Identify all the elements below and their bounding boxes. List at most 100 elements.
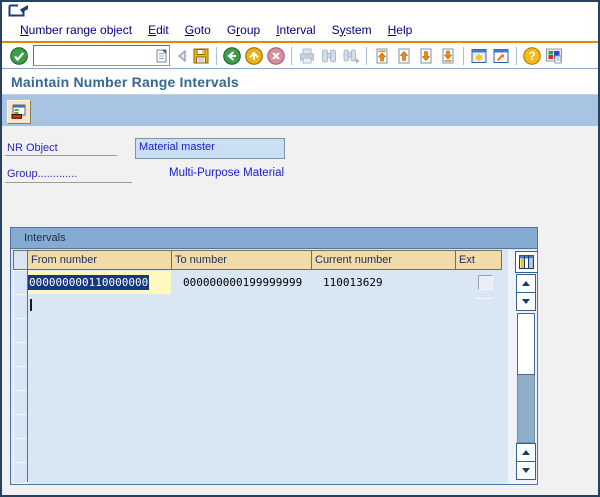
select-all-cell[interactable] <box>13 250 28 270</box>
ext-checkbox[interactable] <box>478 275 493 290</box>
column-header-current[interactable]: Current number <box>311 250 456 270</box>
enter-button[interactable] <box>9 46 29 66</box>
toolbar-separator <box>291 46 292 65</box>
menu-group[interactable]: Group <box>219 21 268 39</box>
menu-bar: Number range object Edit Goto Group Inte… <box>2 18 598 41</box>
table-settings-icon <box>519 255 534 269</box>
save-button[interactable] <box>191 46 211 66</box>
change-intervals-icon <box>11 104 26 119</box>
scrollbar-thumb[interactable] <box>517 313 535 375</box>
scroll-left-button[interactable] <box>175 46 189 66</box>
row-selector[interactable] <box>13 366 28 391</box>
print-button[interactable] <box>297 46 317 66</box>
scroll-down-button[interactable] <box>516 292 536 311</box>
from-number-cell[interactable]: 000000000110000000 <box>28 271 171 294</box>
menu-system[interactable]: System <box>324 21 380 39</box>
menu-help[interactable]: Help <box>380 21 421 39</box>
application-toolbar <box>2 95 598 127</box>
customize-layout-icon <box>546 48 562 63</box>
change-intervals-button[interactable] <box>7 100 31 124</box>
previous-page-icon <box>398 48 410 63</box>
help-button[interactable]: ? <box>522 46 542 66</box>
first-page-icon <box>376 48 388 63</box>
enter-icon <box>10 46 28 65</box>
scroll-down-button-bottom[interactable] <box>516 461 536 480</box>
create-shortcut-icon <box>493 48 509 63</box>
group-value: Multi-Purpose Material <box>169 167 285 179</box>
toolbar-separator <box>216 46 217 65</box>
menu-edit[interactable]: Edit <box>140 21 177 39</box>
command-field[interactable] <box>34 48 156 63</box>
group-label: Group............. <box>7 168 78 180</box>
current-number-cell[interactable]: 110013629 <box>323 276 383 289</box>
sap-gui-window: Number range object Edit Goto Group Inte… <box>0 0 600 497</box>
last-page-button[interactable] <box>438 46 458 66</box>
previous-page-button[interactable] <box>394 46 414 66</box>
cancel-button[interactable] <box>266 46 286 66</box>
next-page-icon <box>420 48 432 63</box>
ext-row2-line <box>476 298 493 299</box>
text-cursor <box>30 299 32 311</box>
row-selector[interactable] <box>13 318 28 343</box>
exit-button[interactable] <box>244 46 264 66</box>
menu-interval[interactable]: Interval <box>268 21 323 39</box>
cancel-icon <box>267 46 285 65</box>
toolbar-separator <box>516 46 517 65</box>
row-selector[interactable] <box>13 294 28 319</box>
column-header-to[interactable]: To number <box>171 250 312 270</box>
sap-window-icon <box>8 4 28 17</box>
help-icon: ? <box>523 46 541 65</box>
find-button[interactable] <box>319 46 339 66</box>
intervals-group-box: Intervals From number To number Current … <box>10 227 538 485</box>
nr-object-label: NR Object <box>7 142 58 154</box>
customize-layout-button[interactable] <box>544 46 564 66</box>
last-page-icon <box>442 48 454 63</box>
first-page-button[interactable] <box>372 46 392 66</box>
print-icon <box>300 48 314 63</box>
table-settings-button[interactable] <box>515 251 537 273</box>
row-selector[interactable] <box>13 462 28 484</box>
column-header-ext[interactable]: Ext <box>455 250 502 270</box>
toolbar-separator <box>366 46 367 65</box>
toolbar-separator <box>463 46 464 65</box>
row-selector[interactable] <box>13 270 28 295</box>
new-session-icon <box>471 48 487 63</box>
save-icon <box>193 48 209 63</box>
row-selector[interactable] <box>13 390 28 415</box>
back-field-icon <box>178 49 186 62</box>
column-header-from[interactable]: From number <box>27 250 172 270</box>
row-selector[interactable] <box>13 438 28 463</box>
scroll-up-icon <box>522 450 530 455</box>
back-icon <box>223 46 241 65</box>
scroll-up-button-bottom[interactable] <box>516 443 536 462</box>
from-number-selected-text: 000000000110000000 <box>28 275 150 290</box>
scroll-up-icon <box>522 281 530 286</box>
row-selector[interactable] <box>13 414 28 439</box>
command-history-icon[interactable] <box>156 49 168 63</box>
field-underline <box>5 182 132 183</box>
row-selector[interactable] <box>13 342 28 367</box>
find-next-button[interactable] <box>341 46 361 66</box>
window-top-strip <box>2 2 598 18</box>
field-underline <box>5 155 117 156</box>
next-page-button[interactable] <box>416 46 436 66</box>
to-number-cell[interactable]: 000000000199999999 <box>183 276 302 289</box>
nr-object-field[interactable]: Material master <box>135 138 285 159</box>
intervals-caption: Intervals <box>11 228 537 249</box>
scroll-down-icon <box>522 468 530 473</box>
new-session-button[interactable] <box>469 46 489 66</box>
page-title: Maintain Number Range Intervals <box>11 73 239 90</box>
scrollbar-track[interactable] <box>517 313 535 443</box>
menu-goto[interactable]: Goto <box>177 21 219 39</box>
standard-toolbar: ? <box>2 43 598 68</box>
scroll-up-button[interactable] <box>516 274 536 293</box>
back-button[interactable] <box>222 46 242 66</box>
command-field-wrap <box>33 45 170 66</box>
create-shortcut-button[interactable] <box>491 46 511 66</box>
find-icon <box>322 49 336 62</box>
menu-number-range-object[interactable]: Number range object <box>12 21 140 39</box>
scroll-down-icon <box>522 299 530 304</box>
selector-column-edge <box>27 270 28 482</box>
find-next-icon <box>343 49 360 63</box>
exit-icon <box>245 46 263 65</box>
